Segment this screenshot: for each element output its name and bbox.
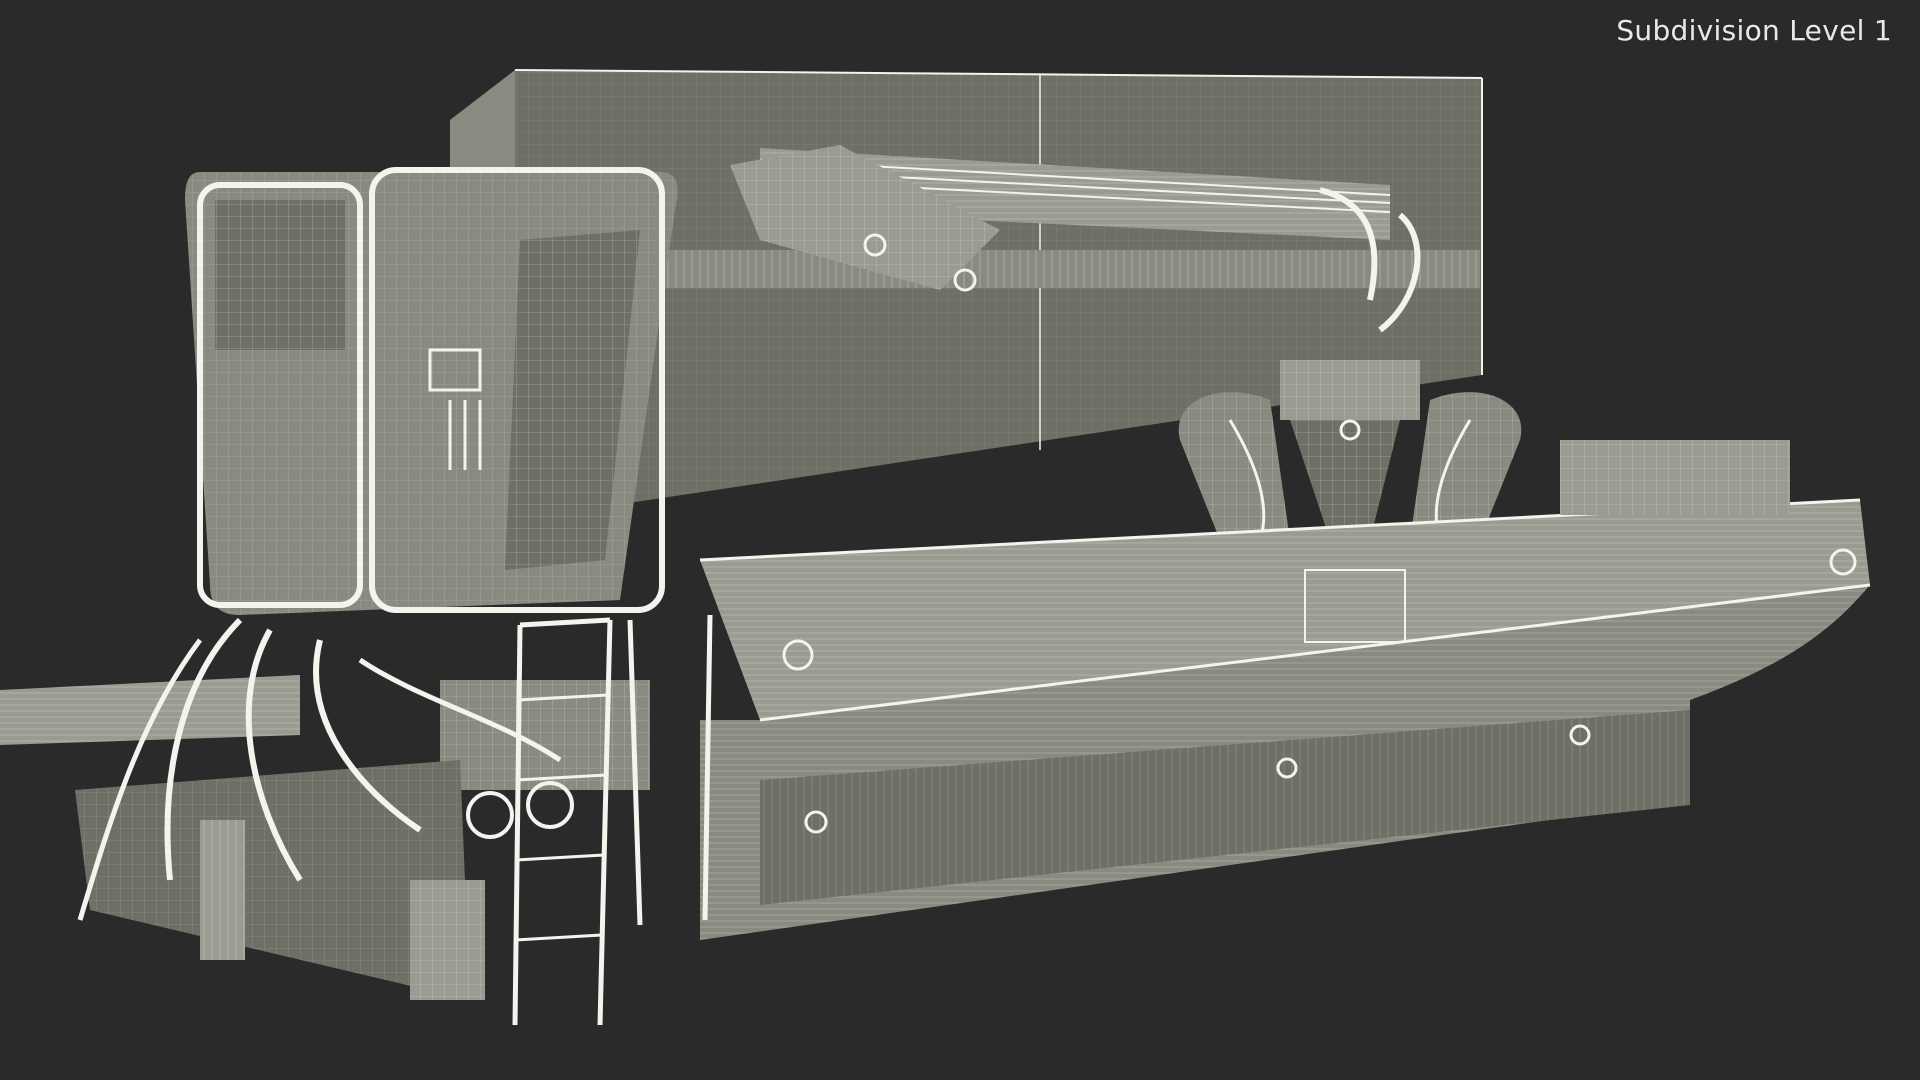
wireframe-crane-barge-icon <box>0 69 1871 1026</box>
subdivision-level-label: Subdivision Level 1 <box>1616 14 1892 47</box>
operator-cabin <box>185 167 678 615</box>
left-pipe <box>0 675 300 745</box>
engine-machinery <box>75 617 650 1000</box>
access-ladder <box>512 614 713 1026</box>
render-viewport: Subdivision Level 1 <box>0 0 1920 1080</box>
